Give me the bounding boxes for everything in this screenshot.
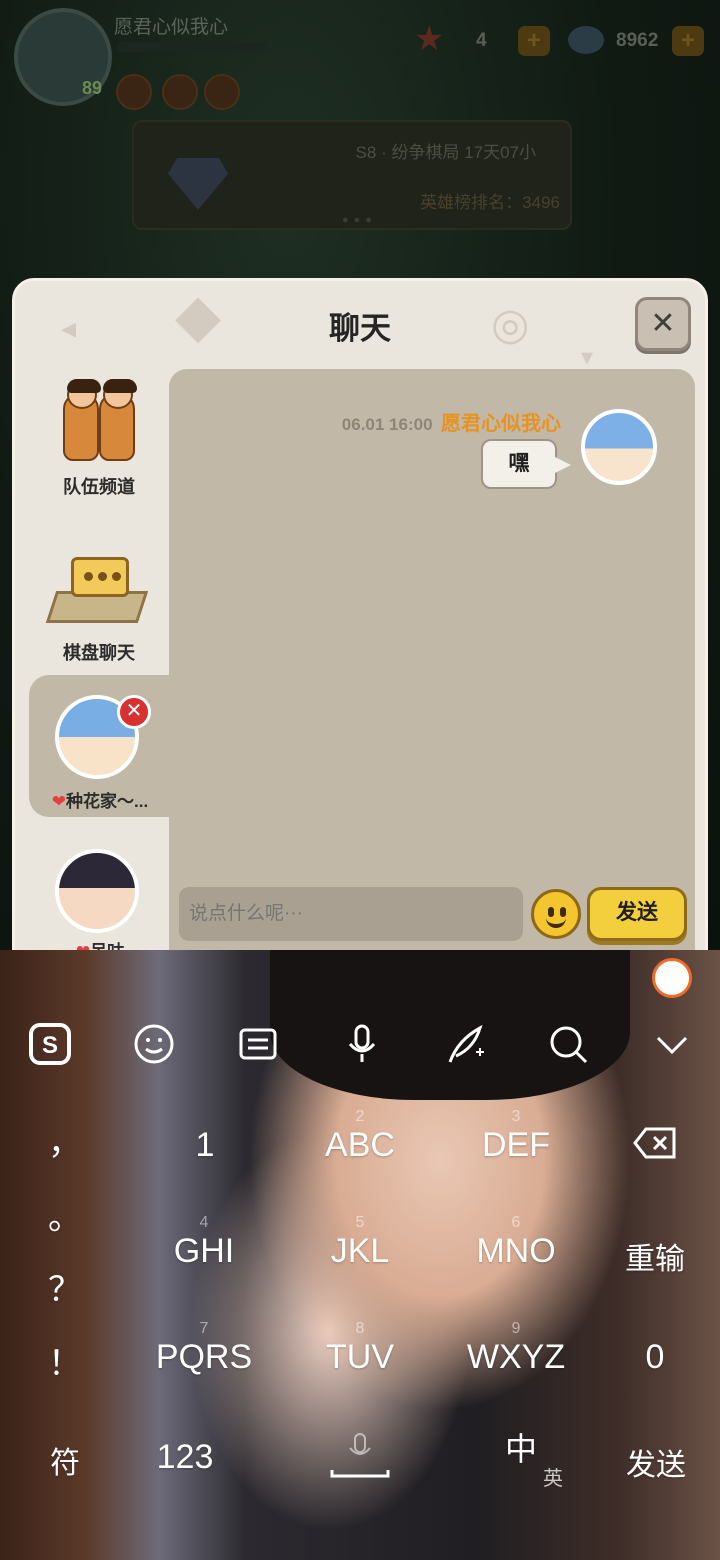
player-name: 愿君心似我心 [114,17,229,38]
symbols-key[interactable]: 符 [30,1438,100,1482]
clipboard-icon[interactable] [236,1022,280,1066]
team-icon [59,379,139,467]
sidebar-item-label: 棋盘聊天 [63,643,135,663]
season-banner: S8 · 纷争棋局 17天07小 英雄榜排名：3496 ●●● [132,120,572,230]
key-pqrs[interactable]: PQRS [134,1338,274,1377]
key-9-number: 9 [511,1320,521,1337]
period-key[interactable]: 。 [40,1190,90,1239]
ime-keyboard: S ， 。 ？ ！ 1 2 ABC 3 DEF 4 GHI 5 JKL 6 MN… [0,950,720,1560]
message-pane: 06.01 16:00 愿君心似我心 嘿 发送 [169,369,695,965]
rank-info: 英雄榜排名：3496 [420,193,560,212]
key-6-number: 6 [511,1214,521,1231]
shield-icon [168,158,228,210]
key-0[interactable]: 0 [620,1338,690,1377]
add-stars-button[interactable]: + [518,26,550,56]
star-count: 4 [476,30,487,51]
question-key[interactable]: ？ [40,1262,90,1311]
gem-count: 8962 [616,30,659,51]
message-header: 06.01 16:00 愿君心似我心 [342,407,561,436]
heart-icon: ❤ [51,792,67,811]
mascot-icon[interactable] [652,958,692,998]
contact-name: ❤种花家～... [51,792,149,811]
language-alt-label: 英 [543,1468,563,1490]
player-level: 89 [82,78,103,98]
key-wxyz[interactable]: WXYZ [446,1338,586,1377]
close-button[interactable]: ✕ [635,297,691,351]
comma-key[interactable]: ， [40,1115,90,1164]
key-abc[interactable]: ABC [290,1126,430,1165]
sidebar-item-label: 队伍频道 [63,477,135,497]
exclamation-key[interactable]: ！ [40,1336,90,1385]
page-dots: ●●● [342,214,377,226]
keyboard-send-key[interactable]: 发送 [614,1440,698,1484]
key-jkl[interactable]: JKL [290,1232,430,1271]
message-sender: 愿君心似我心 [441,413,561,435]
space-key[interactable] [330,1430,390,1482]
collapse-chevron-icon[interactable] [650,1022,694,1066]
star-icon: ★ [414,20,445,58]
key-tuv[interactable]: TUV [290,1338,430,1377]
retype-key[interactable]: 重输 [610,1234,700,1278]
badge-icon [116,74,152,110]
panel-title: 聊天 [329,311,391,346]
emoji-button[interactable] [531,889,581,939]
key-def[interactable]: DEF [446,1126,586,1165]
add-gems-button[interactable]: + [672,26,704,56]
badge-icon [204,74,240,110]
message-bubble: 嘿 [481,439,571,489]
message-time: 06.01 16:00 [341,415,433,434]
microphone-icon[interactable] [340,1022,384,1066]
key-ghi[interactable]: GHI [134,1232,274,1271]
sidebar-item-team[interactable]: 队伍频道 [29,379,169,499]
sidebar-item-board[interactable]: 棋盘聊天 [29,551,169,665]
avatar [55,849,139,933]
chat-input[interactable] [179,887,523,941]
key-mno[interactable]: MNO [446,1232,586,1271]
exp-bar [116,42,266,52]
sender-avatar[interactable] [581,409,657,485]
svg-text:S: S [42,1032,58,1059]
numbers-key[interactable]: 123 [140,1438,230,1477]
emoji-icon[interactable] [132,1022,176,1066]
chat-panel: ◂ ◆ ◎ ▾ 聊天 ✕ 队伍频道 棋盘聊天 ✕ ❤种花家～... ❤呆咕 06… [12,278,708,968]
badge-icon [162,74,198,110]
key-7-number: 7 [199,1320,209,1337]
backspace-key[interactable] [630,1126,680,1169]
sidebar-item-contact[interactable]: ✕ ❤种花家～... [29,675,171,817]
key-4-number: 4 [199,1214,209,1231]
sogou-logo-icon[interactable]: S [28,1022,72,1066]
search-icon[interactable] [546,1022,590,1066]
board-chat-icon [45,551,149,635]
key-3-number: 3 [511,1108,521,1125]
gem-icon [568,26,604,54]
key-8-number: 8 [355,1320,365,1337]
key-5-number: 5 [355,1214,365,1231]
season-info: S8 · 纷争棋局 17天07小 [355,143,536,162]
handwriting-icon[interactable] [444,1022,488,1066]
key-1[interactable]: 1 [150,1126,260,1165]
remove-contact-button[interactable]: ✕ [117,695,151,729]
key-2-number: 2 [355,1108,365,1125]
send-button[interactable]: 发送 [587,887,687,941]
